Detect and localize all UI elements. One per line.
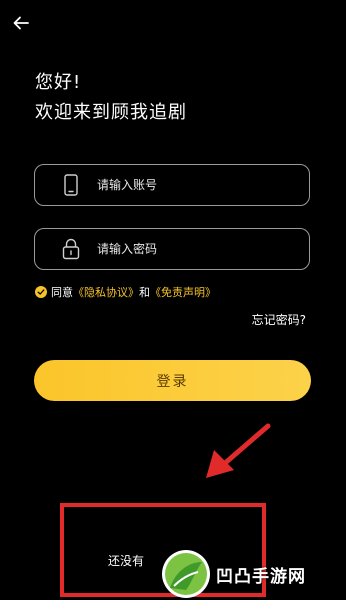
agreement-row: 同意 《隐私协议》 和 《免责声明》 [35,284,216,300]
forgot-password-link[interactable]: 忘记密码? [252,311,306,328]
account-input[interactable] [97,178,309,192]
login-button[interactable]: 登录 [34,360,311,401]
check-icon [37,289,45,295]
agreement-checkbox[interactable] [35,286,47,298]
privacy-policy-link[interactable]: 《隐私协议》 [73,284,139,300]
agreement-prefix: 同意 [51,286,73,299]
annotation-arrow [206,423,271,478]
lock-icon [59,237,83,261]
greeting-line-1: 您好! [35,72,82,93]
register-prompt[interactable]: 还没有 [108,552,144,569]
account-field[interactable] [34,164,310,206]
disclaimer-link[interactable]: 《免责声明》 [150,284,216,300]
login-screen: 您好! 欢迎来到顾我追剧 同意 《隐私协议》 和 [0,0,346,600]
password-field[interactable] [34,228,310,270]
watermark-text: 凹凸手游网 [216,566,306,587]
back-button[interactable] [8,10,34,36]
phone-icon [59,173,83,197]
watermark: 凹凸手游网 [160,548,346,600]
watermark-logo [160,548,212,600]
arrow-left-icon [13,16,29,30]
password-input[interactable] [97,242,309,256]
greeting: 您好! 欢迎来到顾我追剧 [35,68,187,128]
greeting-line-2: 欢迎来到顾我追剧 [35,102,187,123]
agreement-connector: 和 [139,286,150,299]
